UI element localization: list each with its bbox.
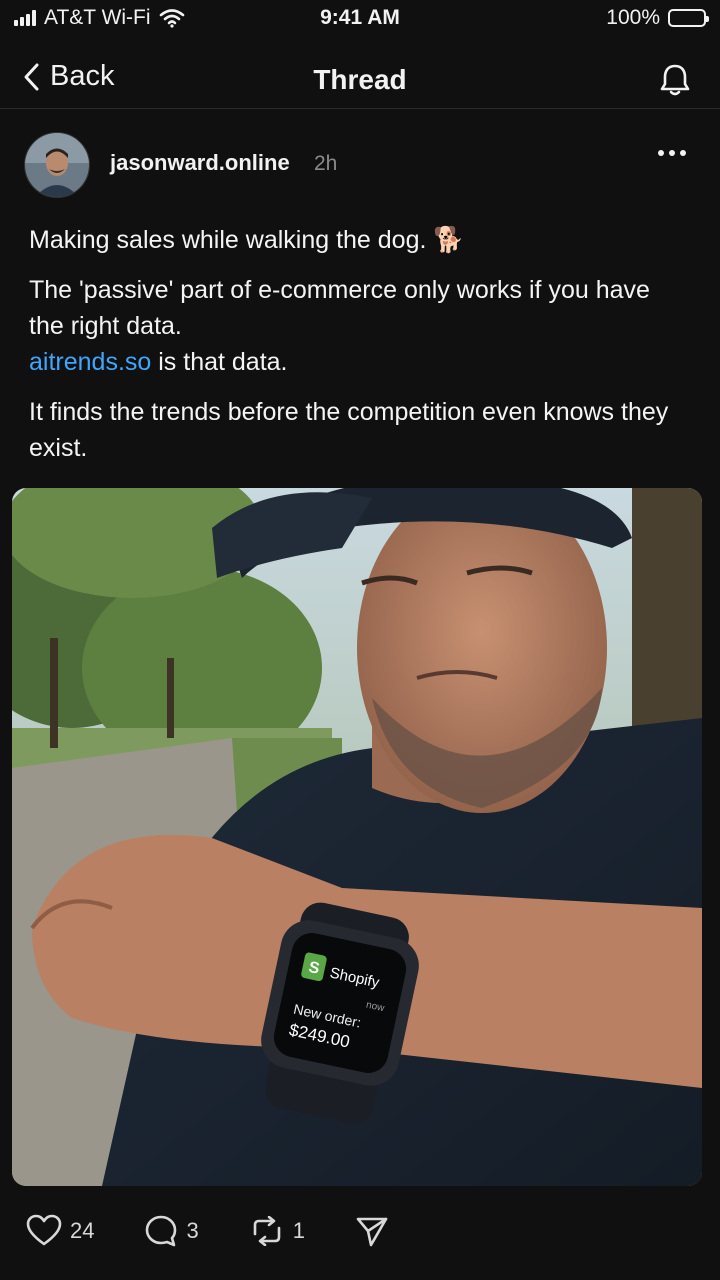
post-actions: 24 3 1 <box>26 1214 439 1248</box>
reply-count: 3 <box>186 1218 199 1243</box>
post-time: 2h <box>314 152 338 175</box>
like-button[interactable]: 24 <box>26 1214 94 1248</box>
post-line-1: Making sales while walking the dog. 🐕 <box>29 226 465 254</box>
like-count: 24 <box>70 1218 95 1243</box>
post-line-4: It finds the trends before the competiti… <box>29 398 669 462</box>
battery-icon <box>668 9 709 27</box>
heart-icon <box>26 1214 62 1246</box>
status-bar: AT&T Wi-Fi 9:41 AM 100% <box>0 0 720 40</box>
more-dots-icon <box>658 150 664 156</box>
post-image[interactable]: S Shopify now New order: $249.00 <box>12 488 702 1186</box>
share-button[interactable] <box>355 1214 389 1248</box>
post-line-3: is that data. <box>151 348 288 376</box>
page-title: Thread <box>313 64 407 95</box>
post-line-2: The 'passive' part of e-commerce only wo… <box>29 276 650 340</box>
more-options-button[interactable] <box>658 150 686 156</box>
reply-button[interactable]: 3 <box>144 1214 199 1248</box>
repost-button[interactable]: 1 <box>249 1216 305 1246</box>
battery-percent: 100% <box>606 6 660 29</box>
comment-icon <box>146 1215 177 1247</box>
nav-bar: Back Thread <box>0 52 720 109</box>
repost-icon <box>253 1216 281 1246</box>
repost-count: 1 <box>292 1218 305 1243</box>
notifications-button[interactable] <box>658 62 692 103</box>
send-icon <box>356 1217 388 1247</box>
bell-icon <box>660 64 690 96</box>
aitrends-link[interactable]: aitrends.so <box>29 348 151 376</box>
post-paragraph-2: The 'passive' part of e-commerce only wo… <box>29 272 689 380</box>
post-body: Making sales while walking the dog. 🐕 Th… <box>29 222 689 480</box>
avatar[interactable] <box>24 132 90 198</box>
author-name[interactable]: jasonward.online <box>110 150 290 176</box>
